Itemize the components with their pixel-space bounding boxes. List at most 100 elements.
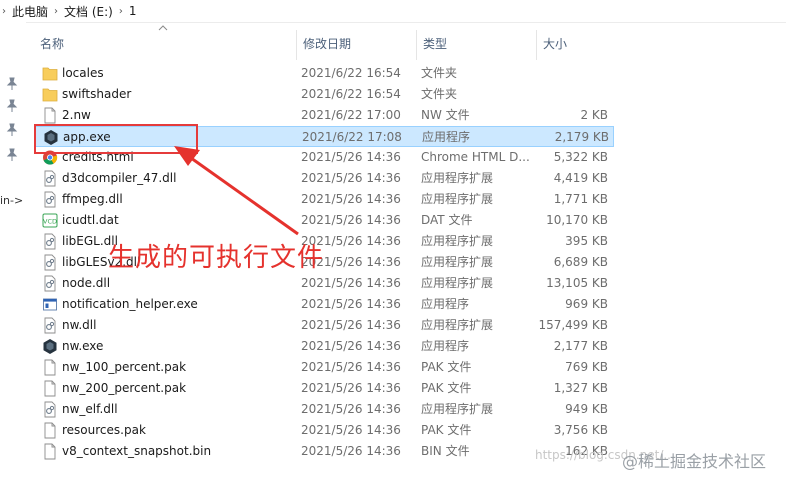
file-row[interactable]: resources.pak 2021/5/26 14:36 PAK 文件 3,756 … bbox=[34, 420, 614, 441]
breadcrumb-this-pc[interactable]: 此电脑 bbox=[8, 3, 52, 20]
breadcrumb-folder-1[interactable]: 1 bbox=[125, 4, 141, 18]
file-date: 2021/5/26 14:36 bbox=[301, 402, 401, 416]
file-row[interactable]: nw_100_percent.pak 2021/5/26 14:36 PAK 文件 7… bbox=[34, 357, 614, 378]
navigation-pane: in-> bbox=[0, 22, 26, 484]
file-icon bbox=[44, 107, 56, 124]
file-date: 2021/5/26 14:36 bbox=[301, 297, 401, 311]
file-size: 5,322 KB bbox=[553, 150, 608, 164]
file-size bbox=[536, 84, 608, 105]
file-type: 应用程序扩展 bbox=[421, 171, 494, 185]
file-date: 2021/6/22 16:54 bbox=[301, 66, 401, 80]
file-type: PAK 文件 bbox=[421, 381, 472, 395]
file-date: 2021/6/22 17:08 bbox=[302, 130, 402, 144]
file-row[interactable]: app.exe 2021/6/22 17:08 应用程序 2,179 KB bbox=[34, 126, 614, 147]
file-date: 2021/6/22 16:54 bbox=[301, 87, 401, 101]
file-type: 应用程序扩展 bbox=[421, 318, 494, 332]
nwjs-app-icon bbox=[44, 130, 58, 145]
dll-file-icon bbox=[44, 275, 56, 292]
file-date: 2021/5/26 14:36 bbox=[301, 213, 401, 227]
file-row[interactable]: nw_elf.dll 2021/5/26 14:36 应用程序扩展 949 KB bbox=[34, 399, 614, 420]
file-row[interactable]: nw.exe 2021/5/26 14:36 应用程序 2,177 KB bbox=[34, 336, 614, 357]
file-size: 6,689 KB bbox=[553, 255, 608, 269]
file-type: 应用程序扩展 bbox=[421, 234, 494, 248]
file-date: 2021/5/26 14:36 bbox=[301, 339, 401, 353]
file-row[interactable]: d3dcompiler_47.dll 2021/5/26 14:36 应用程序扩展 4… bbox=[34, 168, 614, 189]
dll-file-icon bbox=[44, 254, 56, 271]
nav-item-truncated[interactable]: in-> bbox=[0, 194, 23, 207]
file-row[interactable]: v8_context_snapshot.bin 2021/5/26 14:36 BI… bbox=[34, 441, 614, 462]
file-type: 应用程序扩展 bbox=[421, 402, 494, 416]
file-name: 2.nw bbox=[62, 108, 91, 122]
file-name: ffmpeg.dll bbox=[62, 192, 123, 206]
file-type: 应用程序扩展 bbox=[421, 192, 494, 206]
folder-icon bbox=[42, 67, 58, 81]
file-name: nw_200_percent.pak bbox=[62, 381, 187, 395]
file-size: 1,771 KB bbox=[553, 192, 608, 206]
file-name: d3dcompiler_47.dll bbox=[62, 171, 177, 185]
file-type: PAK 文件 bbox=[421, 360, 472, 374]
file-row[interactable]: nw_200_percent.pak 2021/5/26 14:36 PAK 文件 1… bbox=[34, 378, 614, 399]
file-name: credits.html bbox=[62, 150, 134, 164]
file-name: nw.exe bbox=[62, 339, 104, 353]
file-type: 应用程序 bbox=[421, 339, 470, 353]
folder-icon bbox=[42, 88, 58, 102]
file-size: 4,419 KB bbox=[553, 171, 608, 185]
file-type: DAT 文件 bbox=[421, 213, 473, 227]
file-size: 395 KB bbox=[565, 234, 608, 248]
file-name: nw.dll bbox=[62, 318, 97, 332]
file-row[interactable]: ffmpeg.dll 2021/5/26 14:36 应用程序扩展 1,771 KB bbox=[34, 189, 614, 210]
file-date: 2021/5/26 14:36 bbox=[301, 192, 401, 206]
file-icon bbox=[44, 443, 56, 460]
file-date: 2021/5/26 14:36 bbox=[301, 360, 401, 374]
file-icon bbox=[44, 422, 56, 439]
file-type: 应用程序 bbox=[421, 297, 470, 311]
pin-icon[interactable] bbox=[5, 77, 19, 91]
column-header-date[interactable]: 修改日期 bbox=[296, 30, 416, 60]
pin-icon[interactable] bbox=[5, 123, 19, 137]
watermark-logo: @稀土掘金技术社区 bbox=[622, 452, 767, 471]
pin-icon[interactable] bbox=[5, 148, 19, 162]
file-size: 949 KB bbox=[565, 402, 608, 416]
file-size: 769 KB bbox=[565, 360, 608, 374]
file-row[interactable]: credits.html 2021/5/26 14:36 Chrome HTML D… bbox=[34, 147, 614, 168]
file-date: 2021/5/26 14:36 bbox=[301, 276, 401, 290]
file-date: 2021/5/26 14:36 bbox=[301, 150, 401, 164]
breadcrumb-separator-icon: › bbox=[2, 5, 6, 17]
dll-file-icon bbox=[44, 317, 56, 334]
file-type: BIN 文件 bbox=[421, 444, 470, 458]
pin-icon[interactable] bbox=[5, 99, 19, 113]
dll-file-icon bbox=[44, 170, 56, 187]
column-header-size[interactable]: 大小 bbox=[536, 30, 614, 60]
breadcrumb-drive-e[interactable]: 文档 (E:) bbox=[60, 3, 117, 20]
file-row[interactable]: VCD icudtl.dat 2021/5/26 14:36 DAT 文件 10,170… bbox=[34, 210, 614, 231]
file-type: 文件夹 bbox=[421, 87, 458, 101]
file-row[interactable]: nw.dll 2021/5/26 14:36 应用程序扩展 157,499 KB bbox=[34, 315, 614, 336]
dat-file-icon: VCD bbox=[42, 213, 58, 228]
file-row[interactable]: notification_helper.exe 2021/5/26 14:36 应用… bbox=[34, 294, 614, 315]
breadcrumb: › 此电脑 › 文档 (E:) › 1 bbox=[0, 0, 786, 23]
file-date: 2021/5/26 14:36 bbox=[301, 171, 401, 185]
file-row[interactable]: locales 2021/6/22 16:54 文件夹 bbox=[34, 63, 614, 84]
file-type: Chrome HTML D... bbox=[421, 150, 530, 164]
file-row[interactable]: node.dll 2021/5/26 14:36 应用程序扩展 13,105 KB bbox=[34, 273, 614, 294]
dll-file-icon bbox=[44, 191, 56, 208]
file-size: 2,179 KB bbox=[554, 130, 609, 144]
file-date: 2021/5/26 14:36 bbox=[301, 423, 401, 437]
column-header-name[interactable]: 名称 bbox=[34, 30, 296, 60]
breadcrumb-separator-icon: › bbox=[118, 5, 123, 17]
application-window-icon bbox=[43, 298, 57, 311]
file-date: 2021/5/26 14:36 bbox=[301, 444, 401, 458]
file-row[interactable]: swiftshader 2021/6/22 16:54 文件夹 bbox=[34, 84, 614, 105]
annotation-label: 生成的可执行文件 bbox=[108, 243, 325, 273]
file-size bbox=[536, 63, 608, 84]
dll-file-icon bbox=[44, 233, 56, 250]
column-header-type[interactable]: 类型 bbox=[416, 30, 536, 60]
file-type: PAK 文件 bbox=[421, 423, 472, 437]
file-row[interactable]: 2.nw 2021/6/22 17:00 NW 文件 2 KB bbox=[34, 105, 614, 126]
file-name: v8_context_snapshot.bin bbox=[62, 444, 212, 458]
chrome-icon bbox=[43, 150, 58, 165]
file-size: 10,170 KB bbox=[546, 213, 608, 227]
file-name: app.exe bbox=[63, 130, 111, 144]
file-name: locales bbox=[62, 66, 104, 80]
file-icon bbox=[44, 359, 56, 376]
